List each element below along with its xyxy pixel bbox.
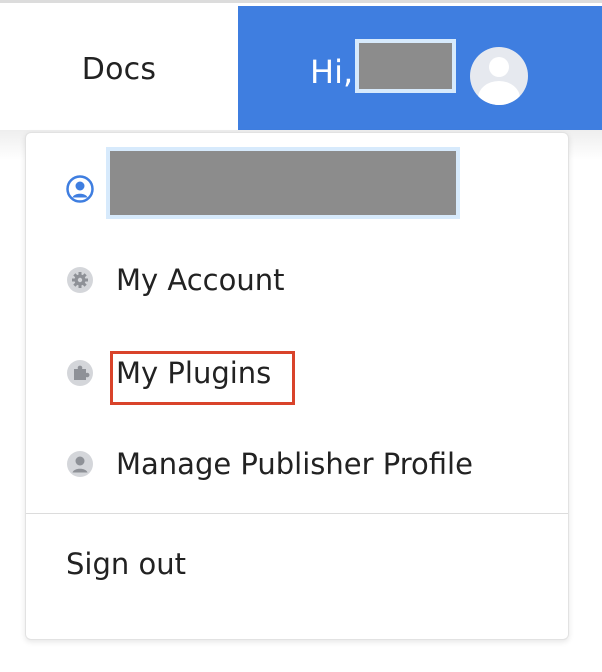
docs-nav-label: Docs — [81, 52, 157, 87]
greeting-text: Hi, — [310, 53, 354, 91]
avatar-icon[interactable] — [470, 47, 528, 105]
sign-out-button[interactable]: Sign out — [66, 547, 186, 581]
docs-nav-link[interactable]: Docs — [0, 6, 238, 133]
menu-item-manage-publisher-profile[interactable]: Manage Publisher Profile — [26, 429, 568, 499]
menu-item-my-account[interactable]: My Account — [26, 245, 568, 315]
person-icon — [64, 448, 96, 480]
highlight-annotation-box — [110, 351, 295, 405]
page: Docs Hi, My Account My Plugins Manage Pu… — [0, 0, 602, 672]
redacted-email — [106, 147, 460, 219]
menu-item-label: My Plugins — [110, 351, 295, 405]
menu-item-label: Manage Publisher Profile — [116, 447, 473, 481]
menu-item-label: My Account — [116, 263, 285, 297]
menu-divider — [26, 513, 568, 514]
puzzle-icon — [64, 357, 96, 389]
avatar-head-shape — [489, 57, 509, 77]
sign-out-label: Sign out — [66, 547, 186, 581]
user-menu-button[interactable]: Hi, — [238, 6, 602, 133]
user-dropdown-menu: My Account My Plugins Manage Publisher P… — [25, 132, 569, 640]
top-nav-bar: Docs Hi, — [0, 0, 602, 133]
gear-icon — [64, 264, 96, 296]
menu-item-user-profile[interactable] — [26, 147, 568, 224]
menu-item-my-plugins[interactable]: My Plugins — [26, 338, 568, 408]
user-circle-icon — [64, 173, 96, 205]
avatar-body-shape — [478, 81, 520, 105]
redacted-username — [355, 39, 456, 93]
